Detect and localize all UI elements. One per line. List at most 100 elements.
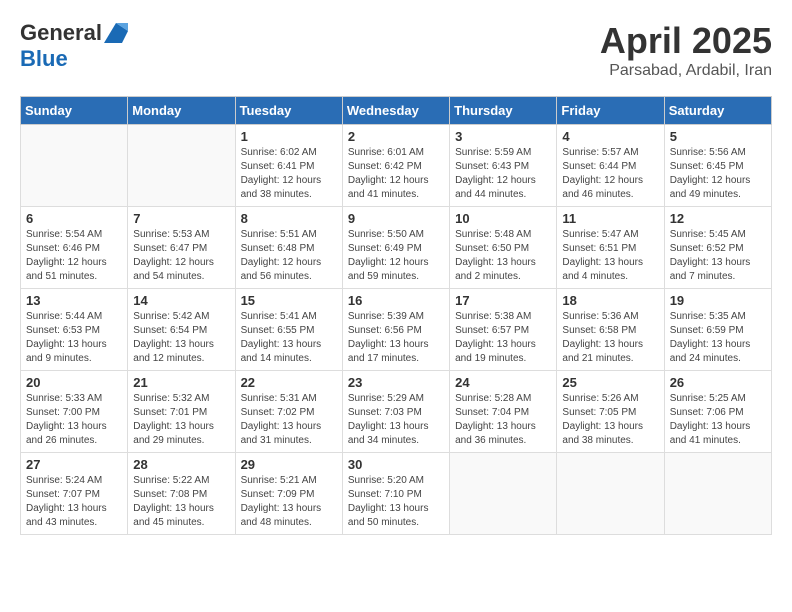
day-info: Sunrise: 5:59 AM Sunset: 6:43 PM Dayligh… <box>455 146 551 202</box>
day-number: 3 <box>455 129 551 144</box>
table-row: 26 Sunrise: 5:25 AM Sunset: 7:06 PM Dayl… <box>664 371 771 453</box>
logo: General Blue <box>20 20 128 72</box>
sunrise-text: Sunrise: 5:24 AM <box>26 475 102 486</box>
sunrise-text: Sunrise: 5:39 AM <box>348 311 424 322</box>
table-row: 29 Sunrise: 5:21 AM Sunset: 7:09 PM Dayl… <box>235 453 342 535</box>
day-number: 26 <box>670 375 766 390</box>
day-info: Sunrise: 5:26 AM Sunset: 7:05 PM Dayligh… <box>562 392 658 448</box>
sunset-text: Sunset: 6:52 PM <box>670 243 744 254</box>
title-block: April 2025 Parsabad, Ardabil, Iran <box>600 20 772 80</box>
daylight-text: Daylight: 13 hours and 38 minutes. <box>562 421 643 446</box>
daylight-text: Daylight: 13 hours and 9 minutes. <box>26 339 107 364</box>
sunrise-text: Sunrise: 5:51 AM <box>241 229 317 240</box>
header-wednesday: Wednesday <box>342 97 449 125</box>
table-row <box>21 125 128 207</box>
sunset-text: Sunset: 6:44 PM <box>562 161 636 172</box>
day-info: Sunrise: 5:32 AM Sunset: 7:01 PM Dayligh… <box>133 392 229 448</box>
sunrise-text: Sunrise: 5:44 AM <box>26 311 102 322</box>
day-number: 22 <box>241 375 337 390</box>
table-row: 25 Sunrise: 5:26 AM Sunset: 7:05 PM Dayl… <box>557 371 664 453</box>
sunrise-text: Sunrise: 5:38 AM <box>455 311 531 322</box>
sunset-text: Sunset: 6:57 PM <box>455 325 529 336</box>
day-info: Sunrise: 5:48 AM Sunset: 6:50 PM Dayligh… <box>455 228 551 284</box>
day-number: 28 <box>133 457 229 472</box>
table-row: 24 Sunrise: 5:28 AM Sunset: 7:04 PM Dayl… <box>450 371 557 453</box>
sunset-text: Sunset: 6:56 PM <box>348 325 422 336</box>
table-row: 6 Sunrise: 5:54 AM Sunset: 6:46 PM Dayli… <box>21 207 128 289</box>
day-number: 11 <box>562 211 658 226</box>
day-info: Sunrise: 5:39 AM Sunset: 6:56 PM Dayligh… <box>348 310 444 366</box>
sunset-text: Sunset: 7:09 PM <box>241 489 315 500</box>
header-monday: Monday <box>128 97 235 125</box>
daylight-text: Daylight: 13 hours and 29 minutes. <box>133 421 214 446</box>
header-friday: Friday <box>557 97 664 125</box>
sunset-text: Sunset: 7:01 PM <box>133 407 207 418</box>
table-row: 11 Sunrise: 5:47 AM Sunset: 6:51 PM Dayl… <box>557 207 664 289</box>
sunset-text: Sunset: 7:04 PM <box>455 407 529 418</box>
sunset-text: Sunset: 7:02 PM <box>241 407 315 418</box>
day-number: 14 <box>133 293 229 308</box>
day-number: 2 <box>348 129 444 144</box>
sunset-text: Sunset: 6:47 PM <box>133 243 207 254</box>
day-info: Sunrise: 5:54 AM Sunset: 6:46 PM Dayligh… <box>26 228 122 284</box>
sunrise-text: Sunrise: 5:53 AM <box>133 229 209 240</box>
table-row: 19 Sunrise: 5:35 AM Sunset: 6:59 PM Dayl… <box>664 289 771 371</box>
day-info: Sunrise: 5:29 AM Sunset: 7:03 PM Dayligh… <box>348 392 444 448</box>
sunrise-text: Sunrise: 5:35 AM <box>670 311 746 322</box>
day-number: 19 <box>670 293 766 308</box>
sunrise-text: Sunrise: 6:01 AM <box>348 147 424 158</box>
table-row: 14 Sunrise: 5:42 AM Sunset: 6:54 PM Dayl… <box>128 289 235 371</box>
calendar-table: Sunday Monday Tuesday Wednesday Thursday… <box>20 96 772 535</box>
day-info: Sunrise: 5:28 AM Sunset: 7:04 PM Dayligh… <box>455 392 551 448</box>
table-row: 5 Sunrise: 5:56 AM Sunset: 6:45 PM Dayli… <box>664 125 771 207</box>
day-number: 7 <box>133 211 229 226</box>
daylight-text: Daylight: 13 hours and 43 minutes. <box>26 503 107 528</box>
day-number: 12 <box>670 211 766 226</box>
day-info: Sunrise: 5:38 AM Sunset: 6:57 PM Dayligh… <box>455 310 551 366</box>
day-info: Sunrise: 5:44 AM Sunset: 6:53 PM Dayligh… <box>26 310 122 366</box>
calendar-week-row: 20 Sunrise: 5:33 AM Sunset: 7:00 PM Dayl… <box>21 371 772 453</box>
table-row: 27 Sunrise: 5:24 AM Sunset: 7:07 PM Dayl… <box>21 453 128 535</box>
daylight-text: Daylight: 13 hours and 24 minutes. <box>670 339 751 364</box>
day-number: 30 <box>348 457 444 472</box>
daylight-text: Daylight: 12 hours and 51 minutes. <box>26 257 107 282</box>
sunrise-text: Sunrise: 6:02 AM <box>241 147 317 158</box>
day-info: Sunrise: 5:41 AM Sunset: 6:55 PM Dayligh… <box>241 310 337 366</box>
day-number: 5 <box>670 129 766 144</box>
table-row <box>557 453 664 535</box>
sunset-text: Sunset: 6:48 PM <box>241 243 315 254</box>
sunset-text: Sunset: 6:49 PM <box>348 243 422 254</box>
day-number: 20 <box>26 375 122 390</box>
table-row: 17 Sunrise: 5:38 AM Sunset: 6:57 PM Dayl… <box>450 289 557 371</box>
day-number: 1 <box>241 129 337 144</box>
table-row: 15 Sunrise: 5:41 AM Sunset: 6:55 PM Dayl… <box>235 289 342 371</box>
daylight-text: Daylight: 13 hours and 21 minutes. <box>562 339 643 364</box>
location-title: Parsabad, Ardabil, Iran <box>600 62 772 80</box>
sunset-text: Sunset: 6:54 PM <box>133 325 207 336</box>
sunrise-text: Sunrise: 5:48 AM <box>455 229 531 240</box>
daylight-text: Daylight: 13 hours and 26 minutes. <box>26 421 107 446</box>
sunrise-text: Sunrise: 5:42 AM <box>133 311 209 322</box>
day-info: Sunrise: 5:42 AM Sunset: 6:54 PM Dayligh… <box>133 310 229 366</box>
calendar-week-row: 1 Sunrise: 6:02 AM Sunset: 6:41 PM Dayli… <box>21 125 772 207</box>
daylight-text: Daylight: 13 hours and 2 minutes. <box>455 257 536 282</box>
day-info: Sunrise: 5:24 AM Sunset: 7:07 PM Dayligh… <box>26 474 122 530</box>
sunset-text: Sunset: 6:58 PM <box>562 325 636 336</box>
sunset-text: Sunset: 6:50 PM <box>455 243 529 254</box>
day-info: Sunrise: 5:53 AM Sunset: 6:47 PM Dayligh… <box>133 228 229 284</box>
day-number: 23 <box>348 375 444 390</box>
table-row: 1 Sunrise: 6:02 AM Sunset: 6:41 PM Dayli… <box>235 125 342 207</box>
sunset-text: Sunset: 6:53 PM <box>26 325 100 336</box>
daylight-text: Daylight: 13 hours and 19 minutes. <box>455 339 536 364</box>
daylight-text: Daylight: 13 hours and 41 minutes. <box>670 421 751 446</box>
day-number: 15 <box>241 293 337 308</box>
table-row: 20 Sunrise: 5:33 AM Sunset: 7:00 PM Dayl… <box>21 371 128 453</box>
sunrise-text: Sunrise: 5:41 AM <box>241 311 317 322</box>
sunrise-text: Sunrise: 5:33 AM <box>26 393 102 404</box>
sunset-text: Sunset: 7:00 PM <box>26 407 100 418</box>
day-info: Sunrise: 5:25 AM Sunset: 7:06 PM Dayligh… <box>670 392 766 448</box>
daylight-text: Daylight: 12 hours and 54 minutes. <box>133 257 214 282</box>
table-row: 2 Sunrise: 6:01 AM Sunset: 6:42 PM Dayli… <box>342 125 449 207</box>
sunrise-text: Sunrise: 5:20 AM <box>348 475 424 486</box>
daylight-text: Daylight: 13 hours and 31 minutes. <box>241 421 322 446</box>
